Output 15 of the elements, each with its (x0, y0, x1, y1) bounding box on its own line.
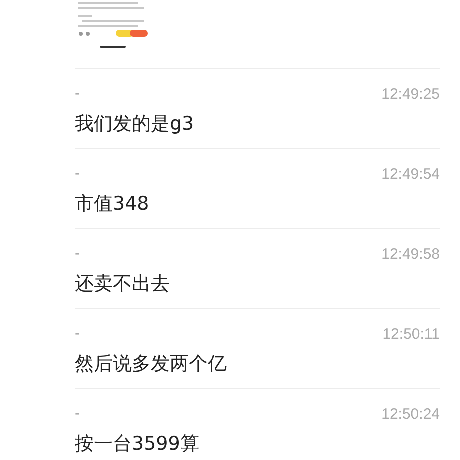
sender-name: - (75, 166, 80, 182)
sender-name: - (75, 326, 80, 342)
message-text: 市值348 (75, 192, 150, 217)
message-time: 12:49:58 (382, 246, 440, 262)
sender-name: - (75, 246, 80, 262)
sender-name: - (75, 86, 80, 102)
message-time: 12:50:24 (382, 406, 440, 422)
message-time: 12:50:11 (382, 326, 440, 342)
sender-name: - (75, 406, 80, 422)
message-text: 按一台3599算 (75, 432, 200, 457)
message-text: 我们发的是g3 (75, 112, 196, 137)
message-text: 然后说多发两个亿 (75, 352, 228, 377)
message-time: 12:49:54 (382, 166, 440, 182)
message-text: 还卖不出去 (75, 272, 171, 297)
message-time: 12:49:25 (382, 86, 440, 102)
